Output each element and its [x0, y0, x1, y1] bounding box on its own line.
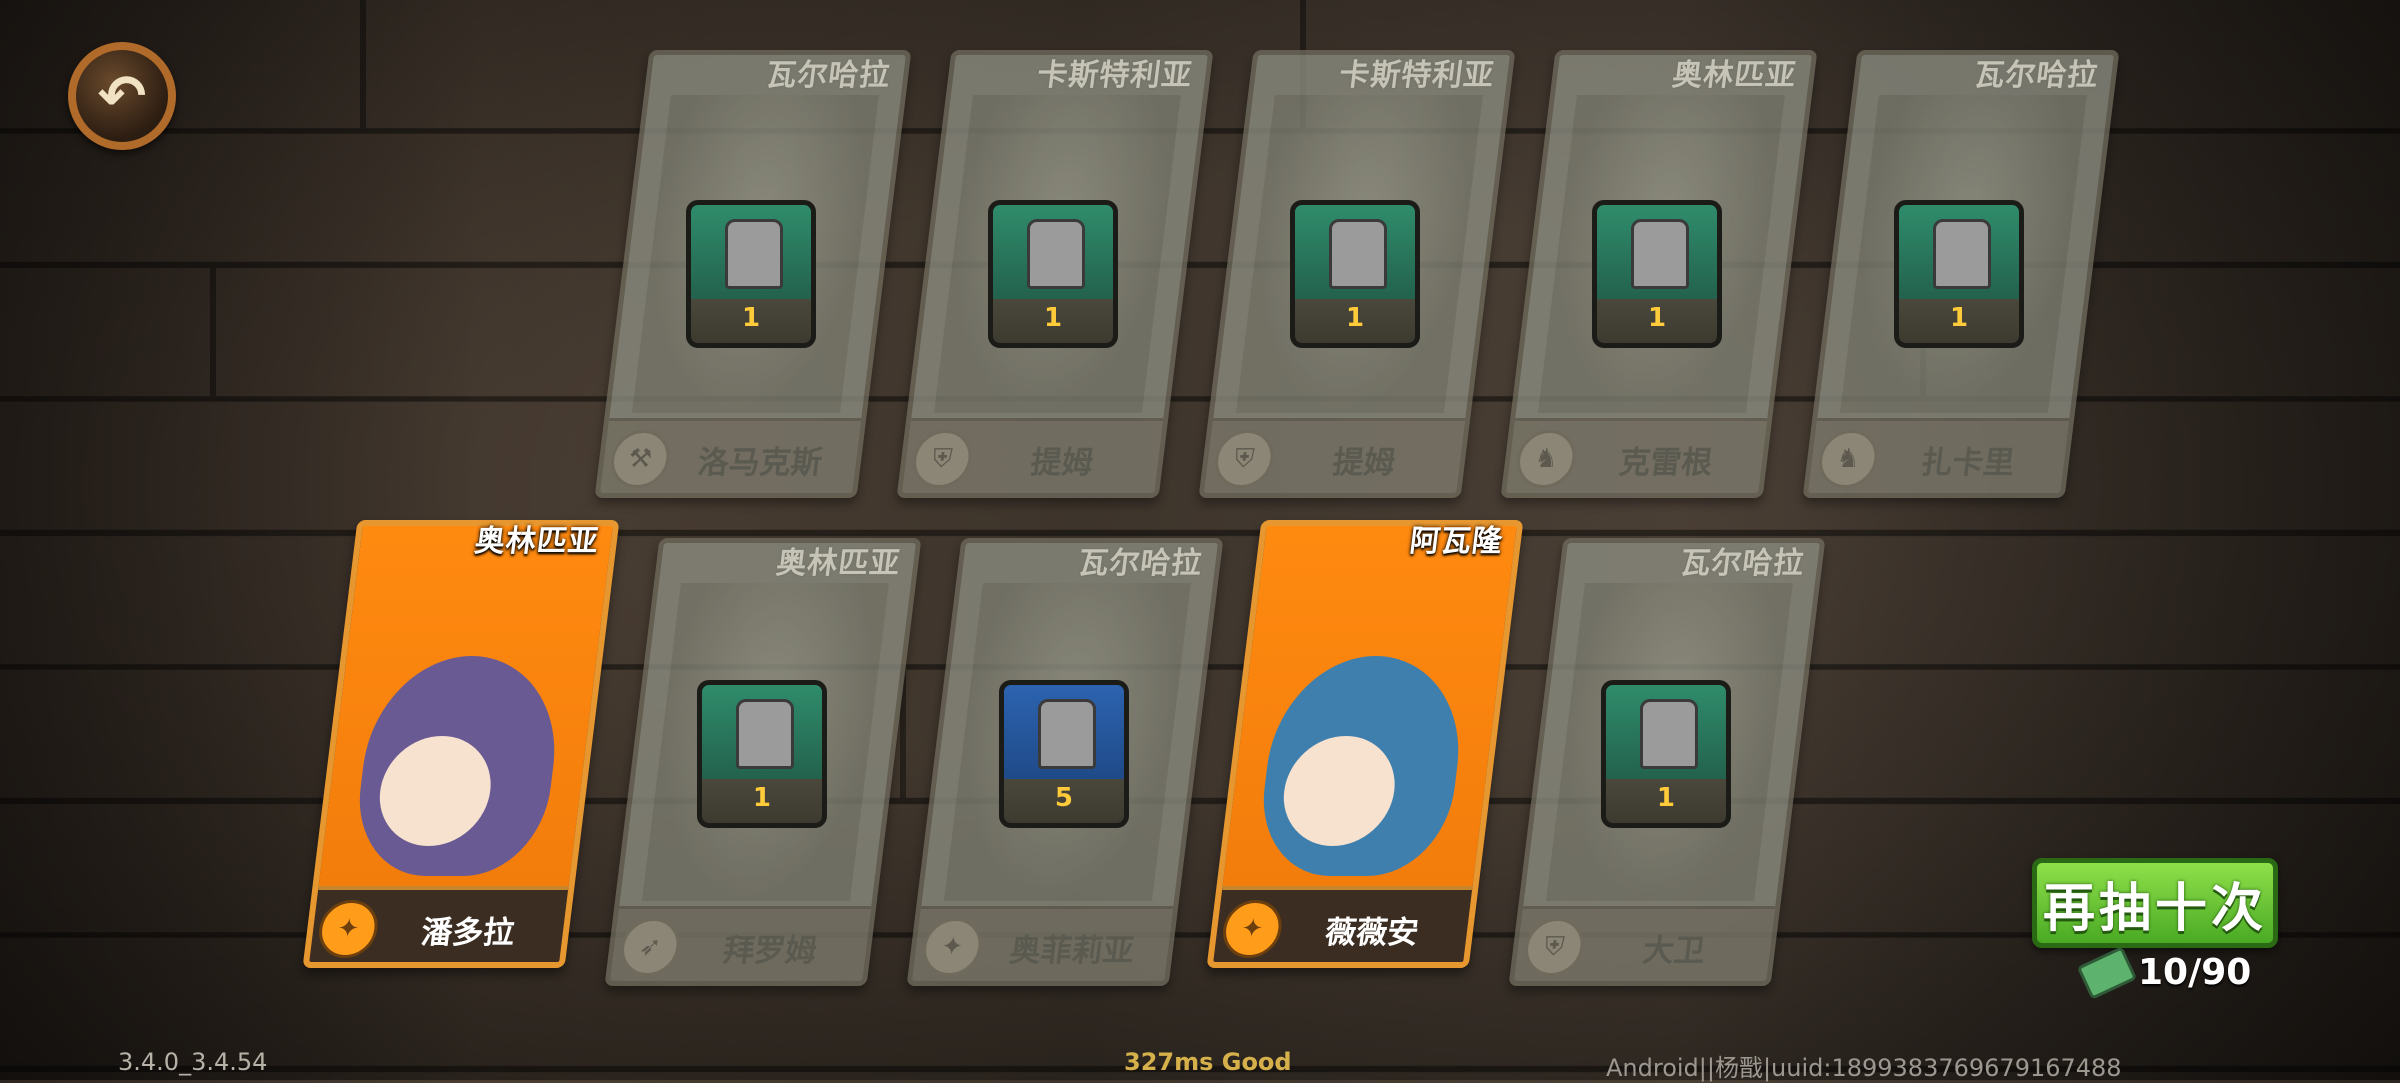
- soldier-figure-icon: [735, 699, 794, 769]
- card-faction: 卡斯特利亚: [1337, 58, 1497, 93]
- item-tile: 1: [1592, 200, 1722, 348]
- item-tile: 5: [998, 680, 1129, 828]
- reward-card[interactable]: 瓦尔哈拉 1 ⚒ 洛马克斯: [594, 50, 912, 498]
- device-info-label: Android||杨戬|uuid:1899383769679167488: [1606, 1054, 2122, 1082]
- card-faction: 阿瓦隆: [1407, 524, 1506, 559]
- item-count: 1: [1949, 303, 1969, 333]
- card-name: 提姆: [1330, 445, 1398, 481]
- card-faction: 瓦尔哈拉: [1076, 546, 1205, 581]
- reward-card[interactable]: 瓦尔哈拉 5 ✦ 奥菲莉亚: [906, 538, 1224, 986]
- card-faction: 瓦尔哈拉: [1678, 546, 1807, 581]
- item-count: 1: [1345, 303, 1365, 333]
- version-label: 3.4.0_3.4.54: [118, 1048, 268, 1076]
- item-tile: 1: [1600, 680, 1731, 828]
- card-name: 提姆: [1028, 445, 1096, 481]
- card-name: 大卫: [1640, 933, 1708, 969]
- soldier-figure-icon: [725, 219, 783, 289]
- card-name: 拜罗姆: [721, 933, 819, 969]
- soldier-figure-icon: [1933, 219, 1991, 289]
- item-count: 1: [752, 783, 772, 813]
- mage-figure-icon: [1037, 699, 1096, 769]
- card-name: 潘多拉: [419, 915, 517, 951]
- ticket-count: 10/90: [2138, 952, 2252, 993]
- item-tile: 1: [686, 200, 816, 348]
- card-name: 扎卡里: [1919, 445, 2017, 481]
- card-name: 奥菲莉亚: [1007, 933, 1137, 969]
- card-name: 薇薇安: [1323, 915, 1421, 951]
- card-name: 克雷根: [1617, 445, 1715, 481]
- ticket-scroll-icon: [2076, 945, 2138, 1000]
- draw-ten-again-label: 再抽十次: [2042, 878, 2267, 939]
- soldier-figure-icon: [1631, 219, 1689, 289]
- ticket-counter: 10/90: [2076, 945, 2252, 1000]
- item-tile: 1: [988, 200, 1118, 348]
- item-count: 1: [1647, 303, 1667, 333]
- plank-seam: [360, 0, 366, 128]
- soldier-figure-icon: [1329, 219, 1387, 289]
- card-name: 洛马克斯: [695, 445, 825, 481]
- reward-card[interactable]: 卡斯特利亚 1 ⛨ 提姆: [1198, 50, 1516, 498]
- reward-card[interactable]: 奥林匹亚 1 ♞ 克雷根: [1500, 50, 1818, 498]
- soldier-figure-icon: [1639, 699, 1698, 769]
- reward-card[interactable]: 瓦尔哈拉 1 ⛨ 大卫: [1508, 538, 1826, 986]
- card-faction: 瓦尔哈拉: [1972, 58, 2101, 93]
- item-count: 1: [1656, 783, 1676, 813]
- reward-card[interactable]: 奥林匹亚 1 ➶ 拜罗姆: [604, 538, 922, 986]
- card-faction: 卡斯特利亚: [1035, 58, 1195, 93]
- item-count: 1: [741, 303, 761, 333]
- card-faction: 奥林匹亚: [1670, 58, 1799, 93]
- back-arrow-icon: ↶: [97, 62, 147, 130]
- item-tile: 1: [1894, 200, 2024, 348]
- card-faction: 奥林匹亚: [472, 524, 602, 559]
- reward-card[interactable]: 瓦尔哈拉 1 ♞ 扎卡里: [1802, 50, 2120, 498]
- reward-card[interactable]: 卡斯特利亚 1 ⛨ 提姆: [896, 50, 1214, 498]
- reward-card-hero[interactable]: 奥林匹亚 ✦ 潘多拉: [302, 520, 620, 968]
- latency-label: 327ms Good: [1124, 1048, 1292, 1076]
- draw-ten-again-button[interactable]: 再抽十次: [2032, 858, 2278, 948]
- card-faction: 奥林匹亚: [774, 546, 903, 581]
- plank-seam: [210, 268, 216, 396]
- item-count: 5: [1054, 783, 1074, 813]
- item-count: 1: [1043, 303, 1063, 333]
- item-tile: 1: [1290, 200, 1420, 348]
- reward-card-hero[interactable]: 阿瓦隆 ✦ 薇薇安: [1206, 520, 1524, 968]
- card-faction: 瓦尔哈拉: [764, 58, 893, 93]
- soldier-figure-icon: [1027, 219, 1085, 289]
- back-button[interactable]: ↶: [68, 42, 176, 150]
- item-tile: 1: [696, 680, 827, 828]
